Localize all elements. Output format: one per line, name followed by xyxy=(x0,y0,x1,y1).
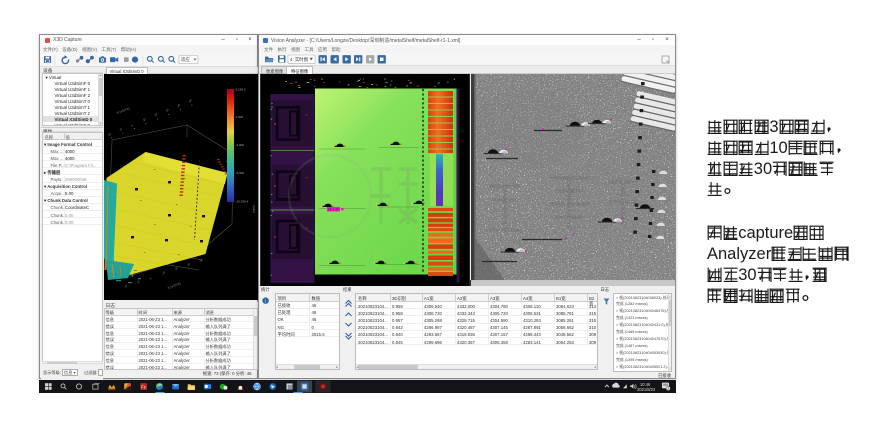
svg-text:4: 实时图: 4: 实时图 xyxy=(290,56,309,63)
svg-text:-10,780.4: -10,780.4 xyxy=(235,200,248,204)
svg-text:X (x10^3): X (x10^3) xyxy=(166,282,180,290)
svg-text:2021/8/23: 2021/8/23 xyxy=(637,387,656,392)
svg-text:Fz: Fz xyxy=(141,384,146,389)
svg-text:10: 10 xyxy=(118,127,123,132)
svg-text:VISION: VISION xyxy=(553,261,630,275)
svg-text:-20: -20 xyxy=(152,112,158,118)
svg-text:2,000: 2,000 xyxy=(235,115,243,119)
svg-text:-50: -50 xyxy=(187,98,193,104)
svg-text:0: 0 xyxy=(129,123,133,127)
svg-text:10: 10 xyxy=(135,279,140,284)
svg-text:X (x10^3): X (x10^3) xyxy=(115,107,129,115)
svg-text:Z(um): Z(um) xyxy=(252,205,256,213)
svg-text:20: 20 xyxy=(123,284,128,289)
svg-text:-2,000: -2,000 xyxy=(235,143,244,147)
svg-text:i: i xyxy=(265,298,266,304)
svg-text:86.1.60: 86.1.60 xyxy=(328,207,339,211)
svg-text:-30: -30 xyxy=(164,107,170,113)
svg-text:适应: 适应 xyxy=(181,56,190,63)
svg-text:0: 0 xyxy=(148,276,152,280)
svg-text:UN: UN xyxy=(361,247,387,263)
svg-text:-10: -10 xyxy=(160,270,166,276)
svg-text:20: 20 xyxy=(106,132,111,137)
svg-text:5,158.2: 5,158.2 xyxy=(235,88,245,92)
svg-text:-6,000: -6,000 xyxy=(235,171,244,175)
svg-text:-20: -20 xyxy=(173,266,179,272)
svg-text:-40: -40 xyxy=(198,258,204,264)
svg-text:-40: -40 xyxy=(175,103,181,109)
svg-text:-30: -30 xyxy=(185,262,191,268)
svg-text:-10: -10 xyxy=(141,117,147,123)
